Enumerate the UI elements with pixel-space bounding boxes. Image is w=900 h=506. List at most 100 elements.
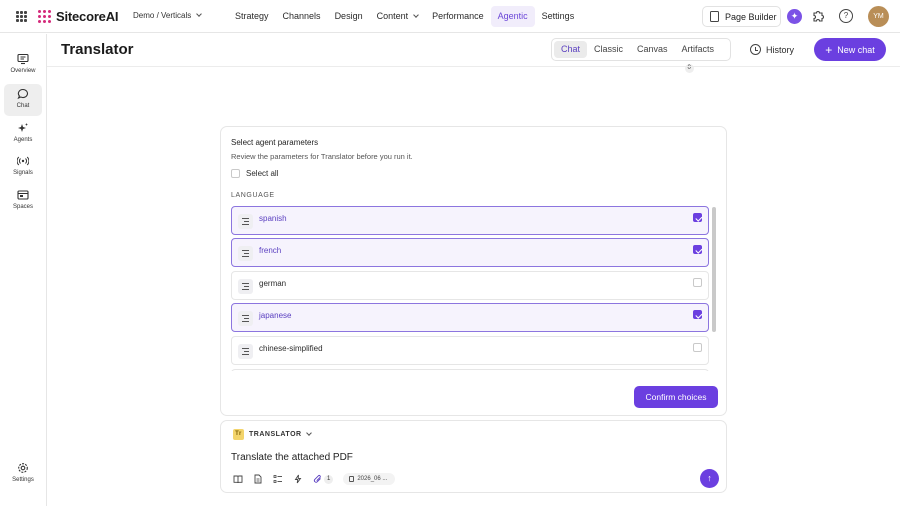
rail-item-overview[interactable]: Overview <box>4 49 42 81</box>
overview-icon <box>17 53 29 65</box>
nav-label: Content <box>376 11 409 21</box>
new-chat-button[interactable]: + New chat <box>814 38 886 61</box>
gear-icon <box>18 463 28 473</box>
chevron-down-icon <box>196 11 203 17</box>
option-checkbox[interactable] <box>693 245 702 254</box>
chevron-down-icon <box>413 12 419 18</box>
attachment-count-badge: 1 <box>324 474 334 484</box>
plus-icon: + <box>825 42 833 57</box>
history-button[interactable]: History <box>750 44 794 55</box>
list-icon <box>238 214 253 229</box>
chat-composer: Tr TRANSLATOR Translate the attached PDF… <box>220 420 727 493</box>
list-icon <box>238 246 253 261</box>
avatar[interactable]: YM <box>868 6 889 27</box>
app-switcher-icon[interactable] <box>16 11 27 22</box>
rail-label: Chat <box>16 103 30 109</box>
brand-name: SitecoreAI <box>56 9 119 24</box>
tab-artifacts-label: Artifacts <box>681 44 715 54</box>
nav-label: Performance <box>432 11 484 21</box>
book-icon[interactable] <box>233 474 243 484</box>
rail-label: Overview <box>10 68 36 74</box>
nav-performance[interactable]: Performance <box>425 6 491 27</box>
nav-channels[interactable]: Channels <box>276 6 328 27</box>
agent-selector[interactable]: Tr TRANSLATOR <box>233 429 312 440</box>
rail-item-settings[interactable]: Settings <box>4 458 42 490</box>
view-tabs: Chat Classic Canvas Artifacts0 <box>551 38 731 73</box>
header-divider <box>47 66 900 67</box>
file-icon <box>349 476 355 482</box>
rail-item-chat[interactable]: Chat <box>4 84 42 116</box>
card-subtitle: Review the parameters for Translator bef… <box>231 152 413 161</box>
option-label: french <box>259 246 282 255</box>
nav-label: Settings <box>541 11 575 21</box>
nav-label: Design <box>334 11 363 21</box>
option-french[interactable]: french <box>231 238 709 267</box>
rail-item-agents[interactable]: Agents <box>4 118 42 150</box>
composer-toolbar: 1 2026_06 ... <box>233 473 396 485</box>
tab-canvas[interactable]: Canvas <box>630 41 675 58</box>
checklist-icon[interactable] <box>273 474 283 484</box>
nav-design[interactable]: Design <box>328 6 370 27</box>
nav-label: Agentic <box>497 11 528 21</box>
site-switcher[interactable]: Demo / Verticals <box>133 11 203 20</box>
page-builder-button[interactable]: Page Builder <box>702 6 781 27</box>
option-label: japanese <box>259 311 292 320</box>
nav-agentic[interactable]: Agentic <box>490 6 535 27</box>
card-title: Select agent parameters <box>231 138 319 147</box>
option-checkbox[interactable] <box>693 278 702 287</box>
chevron-down-icon <box>305 430 312 436</box>
language-option-list: spanish french german japanese chinese-s… <box>231 206 709 371</box>
translator-agent-icon: Tr <box>233 429 244 440</box>
option-checkbox[interactable] <box>693 310 702 319</box>
option-german[interactable]: german <box>231 271 709 300</box>
select-all-checkbox[interactable]: Select all <box>231 169 278 178</box>
help-icon[interactable]: ? <box>839 9 853 23</box>
puzzle-icon[interactable] <box>811 9 825 23</box>
tab-artifacts[interactable]: Artifacts0 <box>675 41 728 73</box>
checkbox[interactable] <box>231 169 240 178</box>
option-label: spanish <box>259 214 287 223</box>
rail-label: Spaces <box>12 204 33 210</box>
nav-strategy[interactable]: Strategy <box>228 6 276 27</box>
nav-content[interactable]: Content <box>370 6 426 27</box>
new-chat-label: New chat <box>837 44 875 55</box>
option-checkbox[interactable] <box>693 213 702 222</box>
history-icon <box>750 44 761 55</box>
option-label: chinese-simplified <box>259 344 323 353</box>
option-spanish[interactable]: spanish <box>231 206 709 235</box>
tab-classic[interactable]: Classic <box>587 41 630 58</box>
page-builder-label: Page Builder <box>725 11 777 22</box>
main-nav: Strategy Channels Design Content Perform… <box>228 6 581 27</box>
document-icon[interactable] <box>253 474 263 484</box>
chat-icon <box>17 88 28 100</box>
option-chinese-simplified[interactable]: chinese-simplified <box>231 336 709 365</box>
option-partially-visible[interactable] <box>231 369 709 371</box>
confirm-choices-button[interactable]: Confirm choices <box>634 386 718 408</box>
nav-label: Channels <box>282 11 321 21</box>
rail-item-spaces[interactable]: Spaces <box>4 185 42 217</box>
option-japanese[interactable]: japanese <box>231 303 709 332</box>
spaces-icon <box>17 190 29 200</box>
rail-item-signals[interactable]: Signals <box>4 151 42 183</box>
nav-settings[interactable]: Settings <box>535 6 582 27</box>
document-edit-icon <box>710 11 719 22</box>
top-bar: SitecoreAI Demo / Verticals Strategy Cha… <box>0 0 900 33</box>
list-scrollbar[interactable] <box>712 207 716 332</box>
list-icon <box>238 311 253 326</box>
tab-chat[interactable]: Chat <box>554 41 588 58</box>
ai-assistant-icon[interactable]: ✦ <box>787 9 802 24</box>
select-all-label: Select all <box>246 169 279 178</box>
nav-label: Strategy <box>235 11 269 21</box>
sparkles-icon <box>18 123 28 132</box>
page-title: Translator <box>61 41 134 58</box>
rail-label: Settings <box>12 477 34 483</box>
attachment-button[interactable]: 1 <box>313 474 334 484</box>
left-rail: Overview Chat Agents Signals Spaces Sett… <box>0 34 47 506</box>
history-label: History <box>766 44 795 55</box>
send-button[interactable]: ↑ <box>700 469 719 488</box>
prompt-input[interactable]: Translate the attached PDF <box>231 452 353 463</box>
attached-file-chip[interactable]: 2026_06 ... <box>343 473 396 485</box>
option-checkbox[interactable] <box>693 343 702 352</box>
lightning-icon[interactable] <box>293 474 303 484</box>
brand-logo[interactable]: SitecoreAI <box>38 9 119 24</box>
